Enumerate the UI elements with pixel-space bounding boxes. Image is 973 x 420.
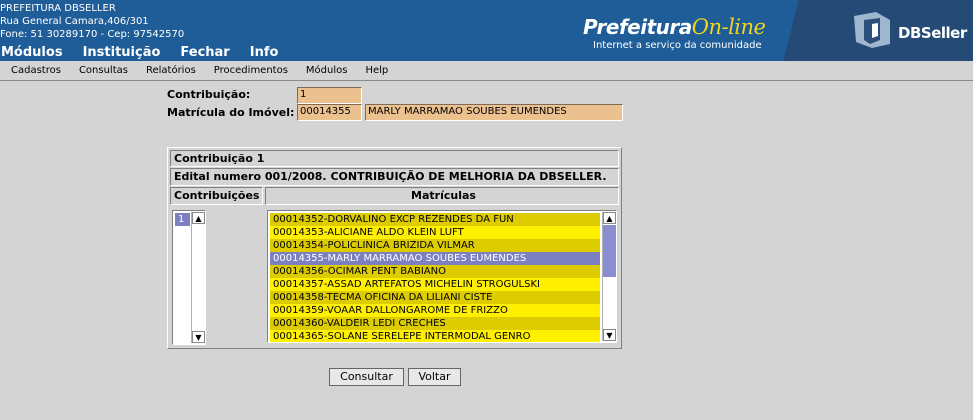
main-menu-fechar[interactable]: Fechar <box>180 45 229 61</box>
matricula-item[interactable]: 00014355-MARLY MARRAMAO SOUBES EUMENDES <box>270 252 600 265</box>
submenu-consultas[interactable]: Consultas <box>79 65 128 76</box>
scroll-up-arrow-icon[interactable]: ▲ <box>192 212 205 224</box>
prefeitura-online-logo: PrefeituraOn-line Internet a serviço da … <box>583 14 803 60</box>
institution-address: Rua General Camara,406/301 <box>0 16 149 27</box>
panel-title: Contribuição 1 <box>170 150 619 167</box>
matricula-item[interactable]: 00014352-DORVALINO EXCP REZENDES DA FUN <box>270 213 600 226</box>
submenu-relatorios[interactable]: Relatórios <box>146 65 196 76</box>
logo-prefeitura-text: Prefeitura <box>583 15 692 39</box>
institution-phone: Fone: 51 30289170 - Cep: 97542570 <box>0 29 185 40</box>
panel-edital: Edital numero 001/2008. CONTRIBUIÇÃO DE … <box>170 168 619 186</box>
scroll-down-arrow-icon[interactable]: ▼ <box>192 331 205 343</box>
header-banner: PREFEITURA DBSELLER Rua General Camara,4… <box>0 0 973 61</box>
matricula-item[interactable]: 00014354-POLICLINICA BRIZIDA VILMAR <box>270 239 600 252</box>
matriculas-scrollbar[interactable]: ▲ ▼ <box>602 212 616 341</box>
main-menu: Módulos Instituição Fechar Info <box>0 45 298 61</box>
matricula-field[interactable]: 00014355 <box>297 104 362 121</box>
matricula-item[interactable]: 00014359-VOAAR DALLONGAROME DE FRIZZO <box>270 304 600 317</box>
matricula-item[interactable]: 00014365-SOLANE SERELEPE INTERMODAL GENR… <box>270 330 600 342</box>
scroll-up-arrow-icon[interactable]: ▲ <box>603 212 616 224</box>
contribuicao-field[interactable]: 1 <box>297 87 362 104</box>
matriculas-header: Matrículas <box>265 187 619 205</box>
matricula-name-field[interactable]: MARLY MARRAMAO SOUBES EUMENDES <box>365 104 623 121</box>
institution-name: PREFEITURA DBSELLER <box>0 3 116 14</box>
dbseller-logo: DBSeller <box>783 0 973 61</box>
scrollbar-thumb[interactable] <box>603 225 616 277</box>
matricula-item[interactable]: 00014357-ASSAD ARTEFATOS MICHELIN STROGU… <box>270 278 600 291</box>
contribuicoes-header: Contribuições <box>170 187 263 205</box>
consultar-button[interactable]: Consultar <box>329 368 404 386</box>
matricula-item[interactable]: 00014353-ALICIANE ALDO KLEIN LUFT <box>270 226 600 239</box>
logo-divider <box>783 0 827 61</box>
logo-online-text: On-line <box>691 15 766 39</box>
matricula-item[interactable]: 00014358-TECMA OFICINA DA LILIANI CISTE <box>270 291 600 304</box>
voltar-button[interactable]: Voltar <box>408 368 461 386</box>
logo-dbseller-text: DBSeller <box>898 24 967 42</box>
logo-tagline: Internet a serviço da comunidade <box>593 40 762 51</box>
scroll-down-arrow-icon[interactable]: ▼ <box>603 329 616 341</box>
contribuicao-label: Contribuição: <box>167 88 251 101</box>
sub-menu: Cadastros Consultas Relatórios Procedime… <box>0 61 973 81</box>
dbseller-emblem-icon <box>854 12 890 48</box>
contribuicoes-scrollbar[interactable]: ▲ ▼ <box>191 212 205 343</box>
matricula-item[interactable]: 00014356-OCIMAR PENT BABIANO <box>270 265 600 278</box>
main-menu-instituicao[interactable]: Instituição <box>83 45 161 61</box>
submenu-procedimentos[interactable]: Procedimentos <box>214 65 288 76</box>
matricula-label: Matrícula do Imóvel: <box>167 106 295 119</box>
submenu-modulos[interactable]: Módulos <box>306 65 348 76</box>
matriculas-list[interactable]: 00014352-DORVALINO EXCP REZENDES DA FUN 0… <box>267 210 617 343</box>
main-menu-modulos[interactable]: Módulos <box>1 45 63 61</box>
institution-info: PREFEITURA DBSELLER Rua General Camara,4… <box>0 2 184 41</box>
contribuicao-panel: Contribuição 1 Edital numero 001/2008. C… <box>167 147 622 349</box>
main-menu-info[interactable]: Info <box>250 45 279 61</box>
submenu-help[interactable]: Help <box>365 65 388 76</box>
contribuicao-item[interactable]: 1 <box>175 213 190 226</box>
submenu-cadastros[interactable]: Cadastros <box>11 65 61 76</box>
matricula-item[interactable]: 00014360-VALDEIR LEDI CRECHES <box>270 317 600 330</box>
contribuicoes-list[interactable]: 1 ▲ ▼ <box>172 210 206 345</box>
